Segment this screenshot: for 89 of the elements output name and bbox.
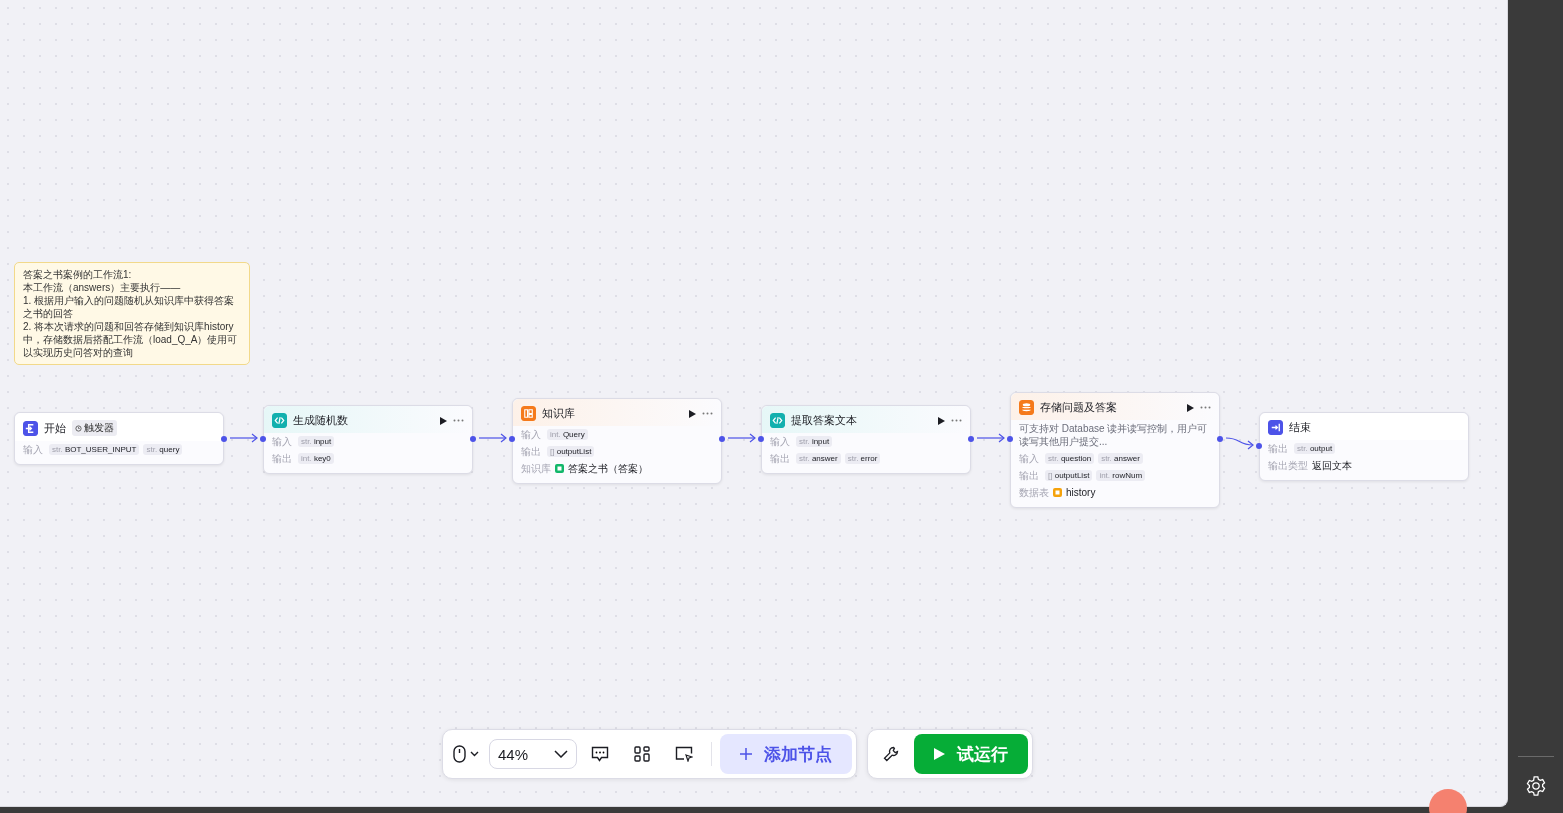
note-text: 答案之书案例的工作流1: 本工作流（answers）主要执行—— 1. 根据用户输入的问题随机从知识库中获得答案之书的回答 2. 将本次请求的问题和回答存储到知识库history中，存储数据后搭配工作流（load_Q_A）使用可以实现历史问答对的查询 xyxy=(23,268,239,359)
play-icon[interactable] xyxy=(689,409,696,418)
variable-tag: int. key0 xyxy=(298,453,334,464)
row-label: 输入 xyxy=(272,434,293,449)
row-label: 输入 xyxy=(1019,451,1040,466)
badge-label: 触发器 xyxy=(84,421,114,435)
workflow-node[interactable]: 生成随机数 输入 str. input 输出 int. key0 xyxy=(263,405,473,474)
settings-icon[interactable] xyxy=(1524,775,1547,797)
comment-icon xyxy=(591,745,609,763)
end-node-icon xyxy=(1268,420,1283,435)
variable-tag: str. input xyxy=(298,436,335,447)
input-port[interactable] xyxy=(260,436,266,442)
output-port[interactable] xyxy=(221,436,227,442)
output-type-value: 返回文本 xyxy=(1312,458,1352,473)
play-icon xyxy=(934,748,945,760)
add-node-button[interactable]: 添加节点 xyxy=(720,734,852,774)
plus-icon xyxy=(740,748,752,760)
node-title: 结束 xyxy=(1289,420,1311,435)
connector-arrow xyxy=(1225,437,1254,450)
node-description: 可支持对 Database 读并读写控制，用户可读写其他用户提交... xyxy=(1018,422,1209,449)
output-port[interactable] xyxy=(1217,436,1223,442)
variable-tag: int. Query xyxy=(547,429,588,440)
variable-tag: str. question xyxy=(1045,453,1095,464)
input-port[interactable] xyxy=(1007,436,1013,442)
row-label: 数据表 xyxy=(1019,485,1049,500)
grid-icon xyxy=(634,746,650,762)
output-port[interactable] xyxy=(968,436,974,442)
more-icon[interactable] xyxy=(951,419,962,422)
row-label: 输出 xyxy=(1268,441,1289,456)
workflow-node[interactable]: 开始 触发器 输入 str. BOT_USER_INPUT str. query xyxy=(14,412,224,465)
output-port[interactable] xyxy=(719,436,725,442)
knowledge-node-icon xyxy=(521,406,536,421)
workflow-node[interactable]: 提取答案文本 输入 str. input 输出 str. answer str. error xyxy=(761,405,971,474)
variable-tag: str. BOT_USER_INPUT xyxy=(49,444,140,455)
variable-tag: str. input xyxy=(796,436,833,447)
code-node-icon xyxy=(272,413,287,428)
node-title: 知识库 xyxy=(542,406,575,421)
node-title: 生成随机数 xyxy=(293,413,348,428)
input-port[interactable] xyxy=(758,436,764,442)
connector-arrow xyxy=(976,433,1005,443)
row-label: 输出类型 xyxy=(1268,458,1308,473)
variable-tag: str. error xyxy=(844,453,881,464)
database-node-icon xyxy=(1019,400,1034,415)
row-label: 输入 xyxy=(770,434,791,449)
node-title: 开始 xyxy=(44,420,66,436)
caret-icon xyxy=(554,750,568,758)
table-icon xyxy=(1053,488,1062,497)
trigger-icon xyxy=(75,424,82,432)
row-label: 输出 xyxy=(770,451,791,466)
connector-arrow xyxy=(229,433,258,443)
row-label: 输入 xyxy=(23,442,44,457)
input-port[interactable] xyxy=(509,436,515,442)
variable-tag: [] outputList xyxy=(547,446,595,457)
node-title: 存储问题及答案 xyxy=(1040,400,1117,415)
code-node-icon xyxy=(770,413,785,428)
node-title: 提取答案文本 xyxy=(791,413,857,428)
more-icon[interactable] xyxy=(1200,406,1211,409)
variable-tag: str. output xyxy=(1294,443,1336,454)
row-label: 输入 xyxy=(521,427,542,442)
connector-arrow xyxy=(478,433,507,443)
row-label: 输出 xyxy=(521,444,542,459)
variable-tag: str. answer xyxy=(796,453,841,464)
output-port[interactable] xyxy=(470,436,476,442)
play-icon[interactable] xyxy=(938,416,945,425)
wrench-icon xyxy=(883,746,899,762)
play-icon[interactable] xyxy=(440,416,447,425)
input-port[interactable] xyxy=(1256,443,1262,449)
mouse-icon xyxy=(453,745,479,763)
row-label: 知识库 xyxy=(521,461,551,476)
play-icon[interactable] xyxy=(1187,403,1194,412)
variable-tag: str. answer xyxy=(1098,453,1143,464)
workflow-node[interactable]: 结束 输出 str. output 输出类型 返回文本 xyxy=(1259,412,1469,481)
resource-name: history xyxy=(1066,487,1096,498)
more-icon[interactable] xyxy=(702,412,713,415)
variable-tag: str. query xyxy=(143,444,183,455)
minimap-icon xyxy=(675,746,693,762)
row-label: 输出 xyxy=(272,451,293,466)
resource-name: 答案之书（答案） xyxy=(568,461,648,476)
workflow-node[interactable]: 知识库 输入 int. Query 输出 [] outputList 知识库 答案之书（答案） xyxy=(512,398,722,484)
knowledge-icon xyxy=(555,464,564,473)
workflow-node[interactable]: 存储问题及答案 可支持对 Database 读并读写控制，用户可读写其他用户提交... 输入 str. question str. answer 输出 [] outputList int. rowNum 数据表 history xyxy=(1010,392,1220,508)
connector-arrow xyxy=(727,433,756,443)
row-label: 输出 xyxy=(1019,468,1040,483)
variable-tag: [] outputList xyxy=(1045,470,1093,481)
zoom-select[interactable]: 44% xyxy=(489,739,577,769)
variable-tag: int. rowNum xyxy=(1096,470,1146,481)
more-icon[interactable] xyxy=(453,419,464,422)
sticky-note[interactable]: 答案之书案例的工作流1: 本工作流（answers）主要执行—— 1. 根据用户输入的问题随机从知识库中获得答案之书的回答 2. 将本次请求的问题和回答存储到知识库history中，存储数据后搭配工作流（load_Q_A）使用可以实现历史问答对的查询 xyxy=(14,262,250,365)
start-node-icon xyxy=(23,420,38,436)
